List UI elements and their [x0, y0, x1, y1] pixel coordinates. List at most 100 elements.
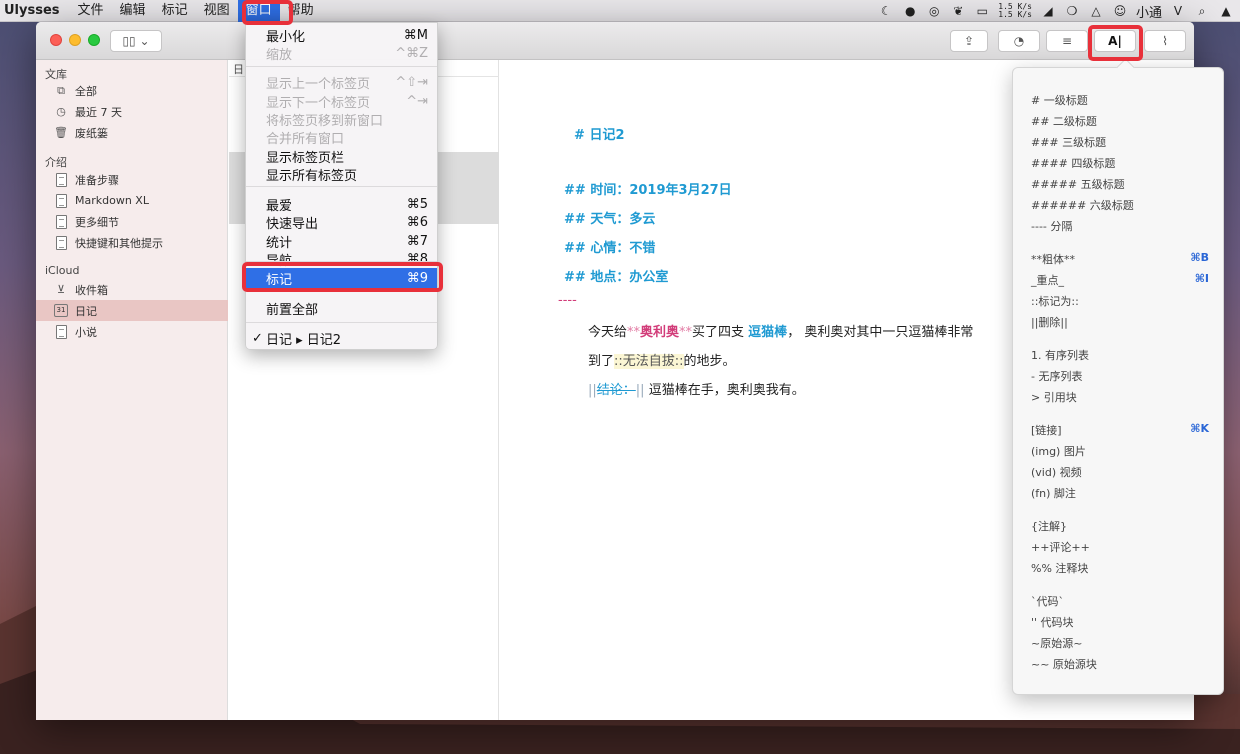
title-text: 日记2 [589, 128, 625, 143]
notification-icon[interactable]: ▲ [1218, 4, 1234, 18]
wechat-icon[interactable]: ❍ [1064, 4, 1080, 18]
menu-item[interactable]: ✓ 日记 ▸ 日记2 [246, 329, 437, 348]
display-icon[interactable]: ▭ [974, 4, 990, 18]
close-button[interactable] [50, 34, 62, 46]
megaphone-icon[interactable]: ◢ [1040, 4, 1056, 18]
menu-item[interactable]: 前置全部 [246, 299, 437, 318]
sidebar-item-diary[interactable]: 31 日记 [36, 300, 228, 321]
menu-help[interactable]: 帮助 [280, 0, 322, 22]
document-icon [55, 172, 67, 187]
markup-item[interactable]: ~原始源~ [1031, 635, 1209, 653]
sidebar-toggle-button[interactable]: ▯▯ ⌄ [110, 30, 162, 52]
sidebar-item-shortcuts[interactable]: 快捷键和其他提示 [36, 232, 228, 253]
app-name-menu[interactable]: Ulysses [0, 3, 70, 18]
markup-item-label: - 无序列表 [1031, 370, 1083, 383]
menu-separator [246, 322, 437, 323]
cloud-sync-icon[interactable]: ◎ [926, 4, 942, 18]
menu-item-label: 显示标签页栏 [266, 150, 345, 166]
menu-item[interactable]: 统计 ⌘7 [246, 232, 437, 251]
vector-icon[interactable]: V [1170, 4, 1186, 18]
menu-item[interactable]: 显示标签页栏 [246, 147, 437, 166]
menu-item: 将标签页移到新窗口 [246, 110, 437, 129]
markup-item[interactable]: ~~ 原始源块 [1031, 656, 1209, 674]
markup-item[interactable]: [链接] ⌘K [1031, 422, 1209, 440]
menu-file[interactable]: 文件 [70, 0, 112, 22]
markup-item[interactable]: ||删除|| [1031, 314, 1209, 332]
section-title-intro: 介绍 [45, 156, 67, 169]
menu-item[interactable]: 最爱 ⌘5 [246, 195, 437, 214]
minimize-button[interactable] [69, 34, 81, 46]
stats-button[interactable]: ◔ [998, 30, 1040, 52]
markup-item[interactable]: - 无序列表 [1031, 368, 1209, 386]
markup-button[interactable]: A| [1094, 30, 1136, 52]
markup-item[interactable]: '' 代码块 [1031, 614, 1209, 632]
menu-item: 合并所有窗口 [246, 128, 437, 147]
paperclip-icon: ⌇ [1162, 34, 1168, 48]
sidebar-item-novel[interactable]: 小说 [36, 321, 228, 342]
markup-item[interactable]: ##### 五级标题 [1031, 176, 1209, 194]
sidebar-item-label: 小说 [75, 325, 97, 339]
menu-item[interactable]: 导航 ⌘8 [246, 250, 437, 269]
markup-item[interactable]: %% 注释块 [1031, 560, 1209, 578]
menu-item-shortcut: ⌘8 [406, 251, 428, 267]
elephant-icon[interactable]: ● [902, 4, 918, 18]
markup-item[interactable]: (vid) 视频 [1031, 464, 1209, 482]
moon-icon[interactable]: ☾ [878, 4, 894, 18]
markup-item-label: ++评论++ [1031, 541, 1090, 554]
markup-item[interactable]: **粗体** ⌘B [1031, 251, 1209, 269]
markup-item[interactable]: ## 二级标题 [1031, 113, 1209, 131]
user-name[interactable]: 小通 [1136, 2, 1162, 21]
menu-item-label: 显示下一个标签页 [266, 95, 371, 111]
markup-item[interactable]: (fn) 脚注 [1031, 485, 1209, 503]
attachments-button[interactable]: ⌇ [1144, 30, 1186, 52]
outline-button[interactable]: ≡ [1046, 30, 1088, 52]
markup-item[interactable]: ::标记为:: [1031, 293, 1209, 311]
markup-item[interactable]: #### 四级标题 [1031, 155, 1209, 173]
markup-item[interactable]: ### 三级标题 [1031, 134, 1209, 152]
markup-item[interactable]: # 一级标题 [1031, 92, 1209, 110]
sidebar-item-label: Markdown XL [75, 194, 149, 207]
sidebar-item-recent[interactable]: ◷ 最近 7 天 [36, 101, 228, 122]
library-sidebar: 文库 ⧉ 全部 ◷ 最近 7 天 🗑 废纸篓 介绍 准备步骤 Markdown … [36, 60, 228, 720]
menu-window[interactable]: 窗口 [237, 0, 280, 22]
markup-item-label: **粗体** [1031, 253, 1075, 266]
markup-item[interactable]: (img) 图片 [1031, 443, 1209, 461]
menu-item-label: 将标签页移到新窗口 [266, 113, 384, 129]
markup-item-label: (fn) 脚注 [1031, 487, 1076, 500]
drive-icon[interactable]: △ [1088, 4, 1104, 18]
markup-item-shortcut: ⌘B [1190, 251, 1209, 264]
user-icon[interactable]: ☺ [1112, 4, 1128, 18]
menu-edit[interactable]: 编辑 [112, 0, 154, 22]
menu-view[interactable]: 视图 [196, 0, 238, 22]
sidebar-item-markdown-xl[interactable]: Markdown XL [36, 190, 228, 211]
zoom-button[interactable] [88, 34, 100, 46]
markup-item[interactable]: {注解} [1031, 518, 1209, 536]
markup-item-label: ### 三级标题 [1031, 136, 1107, 149]
menu-item-label: 缩放 [266, 47, 293, 63]
menu-item-label: 最小化 [266, 29, 306, 45]
sidebar-item-trash[interactable]: 🗑 废纸篓 [36, 122, 228, 143]
menu-markup[interactable]: 标记 [154, 0, 196, 22]
sidebar-item-inbox[interactable]: ⊻ 收件箱 [36, 279, 228, 300]
sidebar-item-more-details[interactable]: 更多细节 [36, 211, 228, 232]
menu-item[interactable]: 显示所有标签页 [246, 165, 437, 184]
markup-item[interactable]: ---- 分隔 [1031, 218, 1209, 236]
sidebar-item-preparation[interactable]: 准备步骤 [36, 169, 228, 190]
menu-item[interactable]: 快速导出 ⌘6 [246, 213, 437, 232]
markup-item[interactable]: 1. 有序列表 [1031, 347, 1209, 365]
markup-item[interactable]: ++评论++ [1031, 539, 1209, 557]
sidebar-item-all[interactable]: ⧉ 全部 [36, 80, 228, 101]
share-button[interactable]: ⇪ [950, 30, 988, 52]
menu-item[interactable]: 标记 ⌘9 [246, 268, 437, 288]
markup-item[interactable]: `代码` [1031, 593, 1209, 611]
search-icon[interactable]: ⌕ [1194, 4, 1210, 18]
markup-item[interactable]: ###### 六级标题 [1031, 197, 1209, 215]
document-icon [55, 324, 67, 339]
menu-item[interactable]: 最小化 ⌘M [246, 26, 437, 45]
markup-item[interactable]: _重点_ ⌘I [1031, 272, 1209, 290]
meta-line-time: ## 时间：2019年3月27日 [564, 183, 732, 198]
markup-item[interactable]: > 引用块 [1031, 389, 1209, 407]
markup-item-label: ||删除|| [1031, 316, 1068, 329]
leaf-icon[interactable]: ❦ [950, 4, 966, 18]
menu-item-shortcut: ⌘9 [406, 270, 428, 286]
